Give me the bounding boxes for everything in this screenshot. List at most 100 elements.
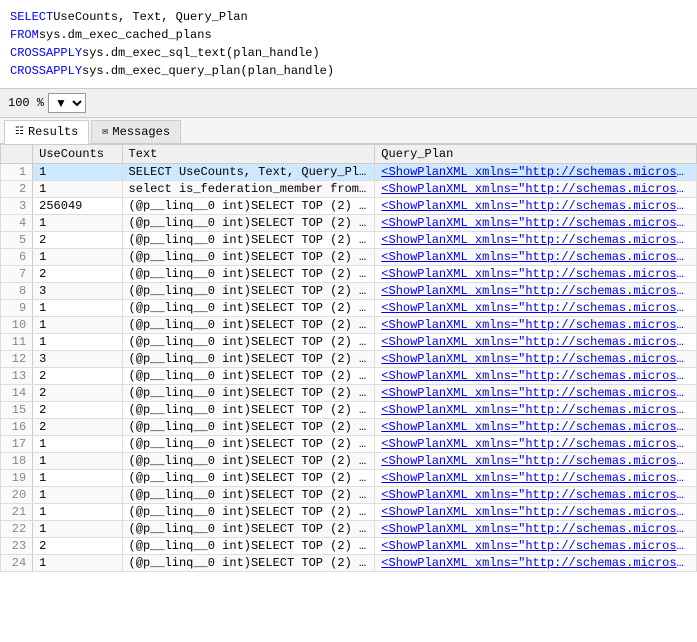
cell-query-plan[interactable]: <ShowPlanXML xmlns="http://schemas.micro… <box>375 334 697 351</box>
table-row[interactable]: 123(@p__linq__0 int)SELECT TOP (2) [Exte… <box>1 351 697 368</box>
cell-usecount: 1 <box>33 521 122 538</box>
cell-query-plan[interactable]: <ShowPlanXML xmlns="http://schemas.micro… <box>375 504 697 521</box>
zoom-select[interactable]: ▼ <box>48 93 86 113</box>
row-number: 19 <box>1 470 33 487</box>
cell-query-plan[interactable]: <ShowPlanXML xmlns="http://schemas.micro… <box>375 300 697 317</box>
cell-usecount: 1 <box>33 181 122 198</box>
row-number: 14 <box>1 385 33 402</box>
table-row[interactable]: 21select is_federation_member from sys.d… <box>1 181 697 198</box>
table-row[interactable]: 72(@p__linq__0 int)SELECT TOP (2) [Exten… <box>1 266 697 283</box>
table-row[interactable]: 91(@p__linq__0 int)SELECT TOP (2) [Exten… <box>1 300 697 317</box>
table-row[interactable]: 11SELECT UseCounts, Text, Query_Plan FRO… <box>1 164 697 181</box>
code-keyword: APPLY <box>46 62 82 80</box>
cell-query-plan[interactable]: <ShowPlanXML xmlns="http://schemas.micro… <box>375 164 697 181</box>
table-row[interactable]: 101(@p__linq__0 int)SELECT TOP (2) [Exte… <box>1 317 697 334</box>
row-number: 23 <box>1 538 33 555</box>
cell-usecount: 2 <box>33 232 122 249</box>
cell-query-plan[interactable]: <ShowPlanXML xmlns="http://schemas.micro… <box>375 436 697 453</box>
row-number: 8 <box>1 283 33 300</box>
cell-query-plan[interactable]: <ShowPlanXML xmlns="http://schemas.micro… <box>375 555 697 572</box>
tab-messages[interactable]: ✉Messages <box>91 120 181 143</box>
table-row[interactable]: 41(@p__linq__0 int)SELECT TOP (2) [Exten… <box>1 215 697 232</box>
cell-query-plan[interactable]: <ShowPlanXML xmlns="http://schemas.micro… <box>375 487 697 504</box>
table-row[interactable]: 241(@p__linq__0 int)SELECT TOP (2) [Exte… <box>1 555 697 572</box>
cell-usecount: 2 <box>33 402 122 419</box>
table-row[interactable]: 142(@p__linq__0 int)SELECT TOP (2) [Exte… <box>1 385 697 402</box>
table-row[interactable]: 152(@p__linq__0 int)SELECT TOP (2) [Exte… <box>1 402 697 419</box>
tab-results[interactable]: ☷Results <box>4 120 89 144</box>
table-row[interactable]: 132(@p__linq__0 int)SELECT TOP (2) [Exte… <box>1 368 697 385</box>
zoom-bar: 100 % ▼ <box>0 89 697 118</box>
cell-query-plan[interactable]: <ShowPlanXML xmlns="http://schemas.micro… <box>375 283 697 300</box>
cell-usecount: 2 <box>33 385 122 402</box>
cell-query-plan[interactable]: <ShowPlanXML xmlns="http://schemas.micro… <box>375 385 697 402</box>
cell-query-plan[interactable]: <ShowPlanXML xmlns="http://schemas.micro… <box>375 351 697 368</box>
cell-text: (@p__linq__0 int)SELECT TOP (2) [Extent1… <box>122 504 375 521</box>
cell-text: (@p__linq__0 int)SELECT TOP (2) [Extent1… <box>122 402 375 419</box>
cell-query-plan[interactable]: <ShowPlanXML xmlns="http://schemas.micro… <box>375 181 697 198</box>
cell-query-plan[interactable]: <ShowPlanXML xmlns="http://schemas.micro… <box>375 419 697 436</box>
cell-query-plan[interactable]: <ShowPlanXML xmlns="http://schemas.micro… <box>375 232 697 249</box>
table-row[interactable]: 3256049(@p__linq__0 int)SELECT TOP (2) [… <box>1 198 697 215</box>
cell-text: (@p__linq__0 int)SELECT TOP (2) [Extent1… <box>122 300 375 317</box>
cell-query-plan[interactable]: <ShowPlanXML xmlns="http://schemas.micro… <box>375 521 697 538</box>
grid-icon: ☷ <box>15 126 24 138</box>
cell-text: (@p__linq__0 int)SELECT TOP (2) [Extent1… <box>122 283 375 300</box>
cell-query-plan[interactable]: <ShowPlanXML xmlns="http://schemas.micro… <box>375 538 697 555</box>
cell-query-plan[interactable]: <ShowPlanXML xmlns="http://schemas.micro… <box>375 266 697 283</box>
table-row[interactable]: 232(@p__linq__0 int)SELECT TOP (2) [Exte… <box>1 538 697 555</box>
cell-usecount: 1 <box>33 300 122 317</box>
cell-query-plan[interactable]: <ShowPlanXML xmlns="http://schemas.micro… <box>375 198 697 215</box>
table-row[interactable]: 201(@p__linq__0 int)SELECT TOP (2) [Exte… <box>1 487 697 504</box>
code-text: UseCounts, Text, Query_Plan <box>53 8 247 26</box>
cell-usecount: 2 <box>33 538 122 555</box>
table-row[interactable]: 181(@p__linq__0 int)SELECT TOP (2) [Exte… <box>1 453 697 470</box>
tabs-bar: ☷Results✉Messages <box>0 118 697 144</box>
cell-query-plan[interactable]: <ShowPlanXML xmlns="http://schemas.micro… <box>375 368 697 385</box>
cell-query-plan[interactable]: <ShowPlanXML xmlns="http://schemas.micro… <box>375 470 697 487</box>
cell-usecount: 2 <box>33 266 122 283</box>
code-text: sys.dm_exec_sql_text(plan_handle) <box>82 44 320 62</box>
cell-query-plan[interactable]: <ShowPlanXML xmlns="http://schemas.micro… <box>375 249 697 266</box>
col-header-usecounts: UseCounts <box>33 145 122 164</box>
table-row[interactable]: 211(@p__linq__0 int)SELECT TOP (2) [Exte… <box>1 504 697 521</box>
table-row[interactable]: 171(@p__linq__0 int)SELECT TOP (2) [Exte… <box>1 436 697 453</box>
cell-usecount: 2 <box>33 419 122 436</box>
table-row[interactable]: 111(@p__linq__0 int)SELECT TOP (2) [Exte… <box>1 334 697 351</box>
cell-usecount: 1 <box>33 504 122 521</box>
cell-usecount: 1 <box>33 453 122 470</box>
cell-query-plan[interactable]: <ShowPlanXML xmlns="http://schemas.micro… <box>375 402 697 419</box>
row-number: 1 <box>1 164 33 181</box>
cell-usecount: 2 <box>33 368 122 385</box>
code-keyword: FROM <box>10 26 39 44</box>
results-container[interactable]: UseCountsTextQuery_Plan 11SELECT UseCoun… <box>0 144 697 634</box>
cell-text: (@p__linq__0 int)SELECT TOP (2) [Extent1… <box>122 351 375 368</box>
cell-usecount: 1 <box>33 436 122 453</box>
row-number: 10 <box>1 317 33 334</box>
row-number: 17 <box>1 436 33 453</box>
code-editor: SELECT UseCounts, Text, Query_PlanFROM s… <box>0 0 697 89</box>
cell-text: (@p__linq__0 int)SELECT TOP (2) [Extent1… <box>122 232 375 249</box>
cell-text: (@p__linq__0 int)SELECT TOP (2) [Extent1… <box>122 419 375 436</box>
cell-text: (@p__linq__0 int)SELECT TOP (2) [Extent1… <box>122 198 375 215</box>
table-row[interactable]: 83(@p__linq__0 int)SELECT TOP (2) [Exten… <box>1 283 697 300</box>
table-row[interactable]: 221(@p__linq__0 int)SELECT TOP (2) [Exte… <box>1 521 697 538</box>
cell-query-plan[interactable]: <ShowPlanXML xmlns="http://schemas.micro… <box>375 215 697 232</box>
row-number: 13 <box>1 368 33 385</box>
cell-query-plan[interactable]: <ShowPlanXML xmlns="http://schemas.micro… <box>375 453 697 470</box>
results-table: UseCountsTextQuery_Plan 11SELECT UseCoun… <box>0 144 697 572</box>
zoom-label: 100 % <box>8 96 44 110</box>
table-row[interactable]: 162(@p__linq__0 int)SELECT TOP (2) [Exte… <box>1 419 697 436</box>
cell-usecount: 1 <box>33 215 122 232</box>
col-header-text: Text <box>122 145 375 164</box>
table-row[interactable]: 191(@p__linq__0 int)SELECT TOP (2) [Exte… <box>1 470 697 487</box>
cell-query-plan[interactable]: <ShowPlanXML xmlns="http://schemas.micro… <box>375 317 697 334</box>
tab-label: Messages <box>112 125 170 139</box>
row-number: 6 <box>1 249 33 266</box>
cell-text: select is_federation_member from sys.dat… <box>122 181 375 198</box>
table-row[interactable]: 52(@p__linq__0 int)SELECT TOP (2) [Exten… <box>1 232 697 249</box>
row-number: 15 <box>1 402 33 419</box>
cell-text: (@p__linq__0 int)SELECT TOP (2) [Extent1… <box>122 215 375 232</box>
cell-text: (@p__linq__0 int)SELECT TOP (2) [Extent1… <box>122 334 375 351</box>
table-row[interactable]: 61(@p__linq__0 int)SELECT TOP (2) [Exten… <box>1 249 697 266</box>
